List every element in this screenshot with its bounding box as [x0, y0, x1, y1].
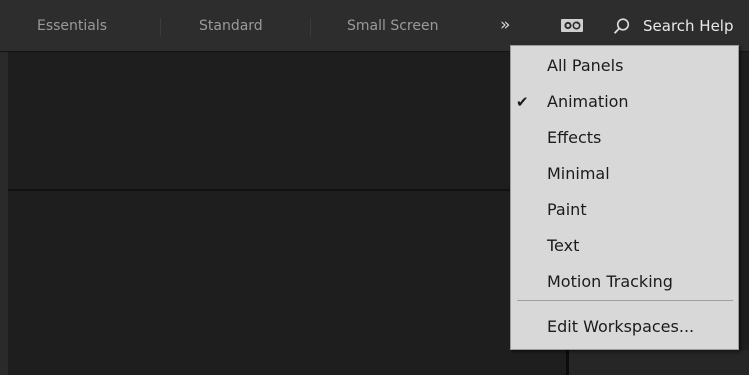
search-icon	[612, 16, 632, 36]
left-panel-edge	[0, 52, 8, 375]
menu-item-animation[interactable]: ✔ Animation	[511, 84, 738, 120]
workspace-overflow-chevron-icon[interactable]: »	[500, 0, 510, 52]
menu-item-effects[interactable]: Effects	[511, 120, 738, 156]
menu-separator	[517, 300, 733, 301]
menu-item-label: Text	[547, 236, 580, 255]
tab-divider	[160, 18, 161, 36]
search-help-input[interactable]	[643, 17, 749, 35]
menu-item-edit-workspaces[interactable]: Edit Workspaces...	[511, 309, 738, 345]
right-panel	[569, 350, 749, 375]
workspace-settings-icon[interactable]	[560, 17, 584, 34]
workspace-tab-essentials[interactable]: Essentials	[37, 0, 107, 52]
panel-divider	[8, 189, 568, 191]
menu-item-all-panels[interactable]: All Panels	[511, 48, 738, 84]
menu-item-label: Minimal	[547, 164, 610, 183]
menu-item-label: Animation	[547, 92, 629, 111]
menu-item-label: Effects	[547, 128, 602, 147]
menu-item-label: Edit Workspaces...	[547, 317, 695, 336]
menu-item-text[interactable]: Text	[511, 228, 738, 264]
workspace-menu: All Panels ✔ Animation Effects Minimal P…	[510, 45, 739, 350]
menu-item-label: All Panels	[547, 56, 624, 75]
menu-item-minimal[interactable]: Minimal	[511, 156, 738, 192]
menu-item-label: Motion Tracking	[547, 272, 673, 291]
checkmark-icon: ✔	[516, 93, 529, 111]
workspace-tab-small-screen[interactable]: Small Screen	[347, 0, 438, 52]
menu-item-label: Paint	[547, 200, 587, 219]
workspace-tab-standard[interactable]: Standard	[199, 0, 263, 52]
tab-divider	[310, 18, 311, 36]
menu-item-motion-tracking[interactable]: Motion Tracking	[511, 264, 738, 300]
menu-item-paint[interactable]: Paint	[511, 192, 738, 228]
